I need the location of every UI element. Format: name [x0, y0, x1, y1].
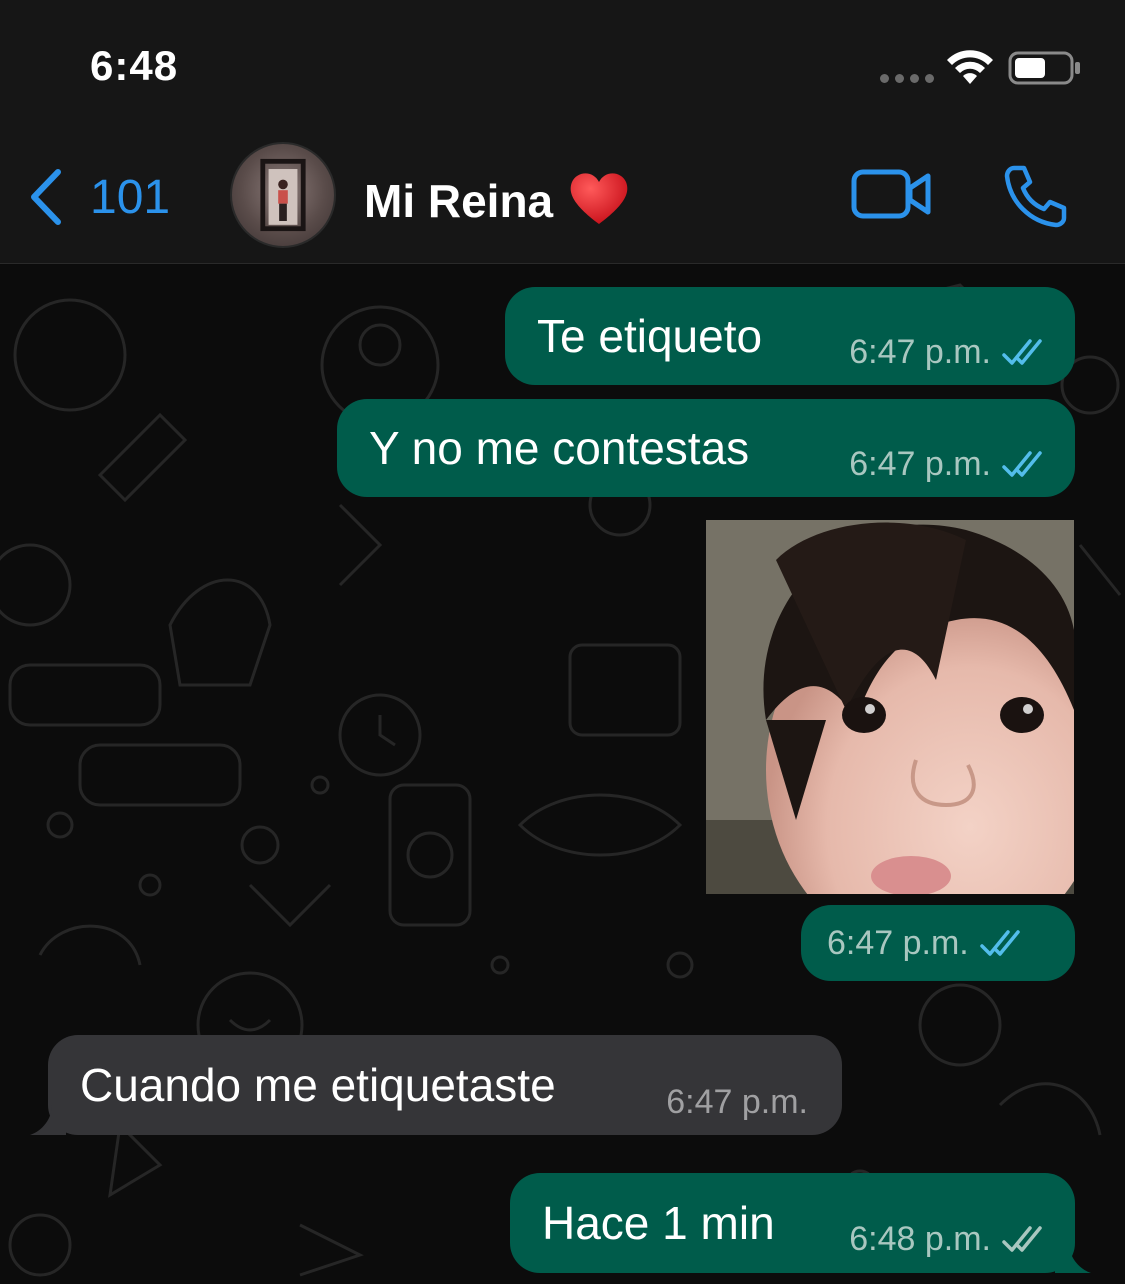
battery-icon — [1008, 51, 1080, 85]
double-check-icon — [980, 930, 1020, 956]
bubble-tail — [1055, 1243, 1091, 1273]
image-meta-bubble: 6:47 p.m. — [801, 905, 1075, 981]
double-check-icon — [1002, 451, 1042, 477]
chat-header: 101 Mi Reina — [0, 130, 1125, 264]
message-text: Cuando me etiquetaste — [80, 1059, 556, 1111]
message-bubble-incoming[interactable]: Cuando me etiquetaste 6:47 p.m. — [30, 1035, 842, 1135]
wifi-icon — [947, 50, 993, 84]
message-bubble-outgoing[interactable]: Te etiqueto 6:47 p.m. — [505, 287, 1075, 385]
message-time: 6:47 p.m. — [827, 923, 969, 962]
chevron-left-icon — [31, 169, 61, 225]
status-time: 6:48 — [90, 42, 179, 89]
unread-count: 101 — [90, 170, 171, 224]
message-meta: 6:47 p.m. — [849, 333, 1047, 372]
double-check-icon — [1002, 1226, 1042, 1252]
message-text: Y no me contestas — [369, 422, 750, 474]
phone-icon[interactable] — [1000, 162, 1070, 228]
video-call-icon[interactable] — [850, 166, 932, 222]
message-meta: 6:47 p.m. — [827, 924, 1025, 963]
bubble-tail — [30, 1105, 66, 1135]
message-time: 6:47 p.m. — [849, 332, 991, 371]
message-bubble-outgoing[interactable]: Y no me contestas 6:47 p.m. — [337, 399, 1075, 497]
heart-icon — [570, 173, 628, 224]
signal-icon — [880, 74, 934, 83]
message-meta: 6:47 p.m. — [666, 1083, 808, 1122]
message-meta: 6:47 p.m. — [849, 445, 1047, 484]
status-bar: 6:48 — [0, 0, 1125, 130]
avatar[interactable] — [230, 142, 336, 248]
chat-area[interactable]: Te etiqueto 6:47 p.m. Y no me contestas … — [0, 265, 1125, 1284]
contact-name[interactable]: Mi Reina — [364, 174, 553, 228]
message-bubble-outgoing[interactable]: Hace 1 min 6:48 p.m. — [510, 1173, 1091, 1273]
image-message[interactable] — [706, 520, 1074, 894]
message-time: 6:47 p.m. — [849, 444, 991, 483]
message-text: Te etiqueto — [537, 310, 763, 362]
back-button[interactable]: 101 — [26, 168, 170, 226]
double-check-icon — [1002, 339, 1042, 365]
message-meta: 6:48 p.m. — [849, 1220, 1047, 1259]
message-time: 6:48 p.m. — [849, 1219, 991, 1258]
message-text: Hace 1 min — [542, 1197, 775, 1249]
message-time: 6:47 p.m. — [666, 1082, 808, 1121]
